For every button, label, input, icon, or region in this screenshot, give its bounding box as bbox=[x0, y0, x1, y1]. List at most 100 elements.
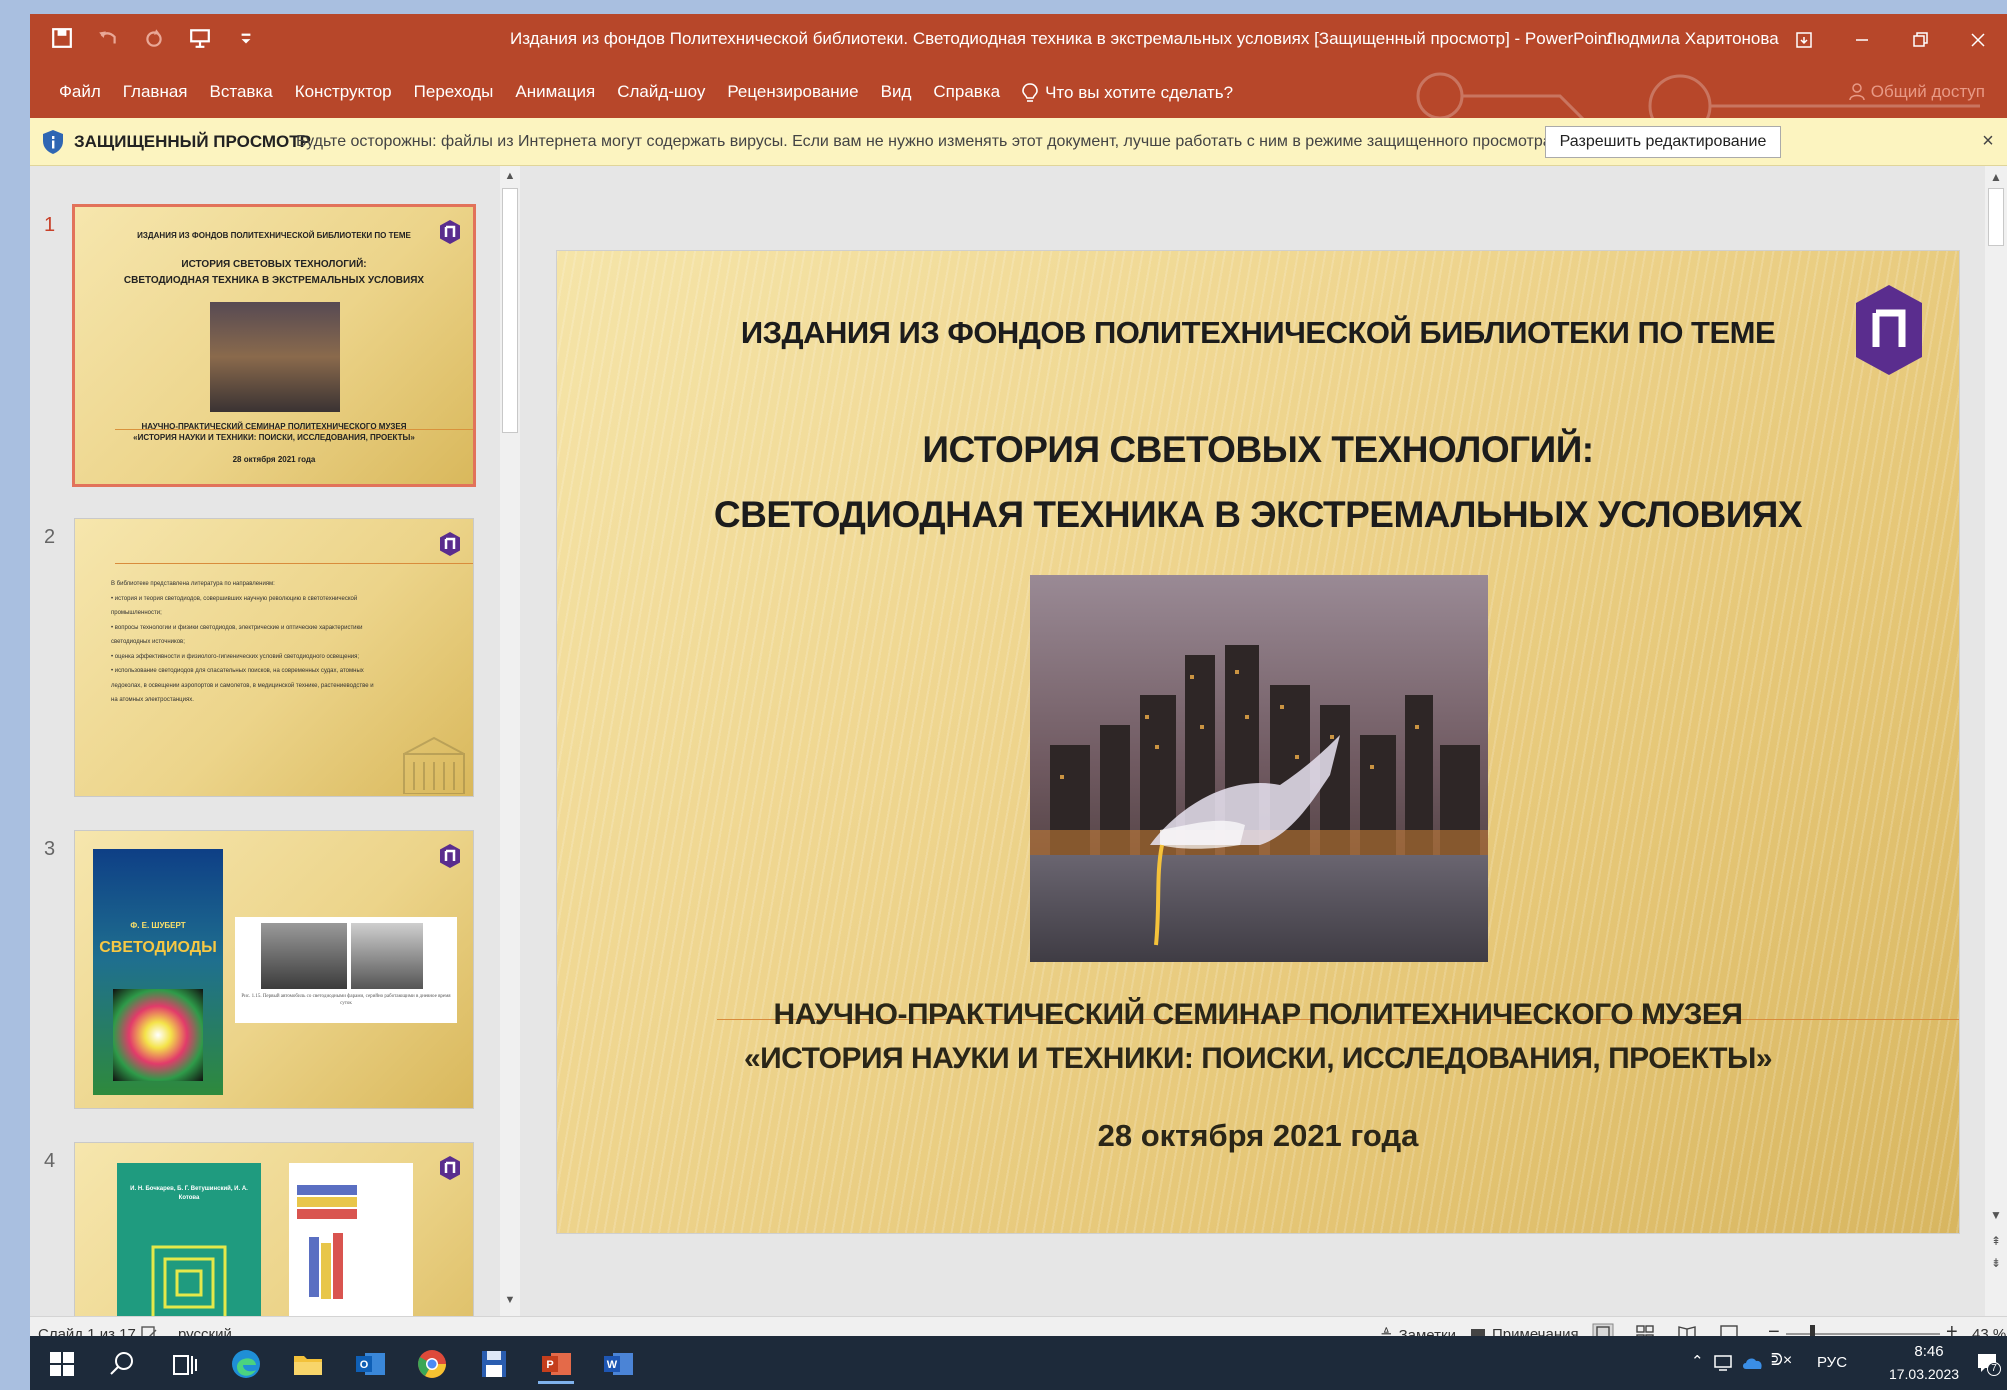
save-app[interactable] bbox=[474, 1344, 514, 1384]
close-icon[interactable]: × bbox=[1977, 130, 1999, 152]
outlook-app[interactable]: O bbox=[350, 1344, 390, 1384]
redo-icon[interactable] bbox=[142, 26, 166, 50]
slide-photo[interactable] bbox=[1030, 575, 1488, 962]
tab-insert[interactable]: Вставка bbox=[199, 82, 284, 104]
notes-button[interactable]: ≜ Заметки bbox=[1380, 1326, 1456, 1337]
volume-muted-icon[interactable]: ᕲ× bbox=[1771, 1352, 1792, 1370]
ribbon-display-options-icon[interactable] bbox=[1775, 14, 1833, 66]
undo-icon[interactable] bbox=[96, 26, 120, 50]
file-explorer-app[interactable] bbox=[288, 1344, 328, 1384]
customize-toolbar-icon[interactable] bbox=[234, 26, 258, 50]
search-button[interactable] bbox=[102, 1344, 142, 1384]
start-button[interactable] bbox=[42, 1344, 82, 1384]
bullet-line: ледоколах, в освещении аэропортов и само… bbox=[111, 682, 374, 689]
thumbnail-slot-4[interactable]: 4 И. Н. Бочкарев, Б. Г. Ветушинский, И. … bbox=[30, 1142, 500, 1316]
thumbnail-slot-1[interactable]: 1 ИЗДАНИЯ ИЗ ФОНДОВ ПОЛИТЕХНИЧЕСКОЙ БИБЛ… bbox=[30, 204, 500, 496]
onedrive-icon[interactable] bbox=[1741, 1355, 1765, 1371]
task-view-button[interactable] bbox=[164, 1344, 204, 1384]
slide-title-line2[interactable]: СВЕТОДИОДНАЯ ТЕХНИКА В ЭКСТРЕМАЛЬНЫХ УСЛ… bbox=[557, 494, 1959, 536]
ribbon-tabs: Файл Главная Вставка Конструктор Переход… bbox=[30, 66, 2007, 168]
share-button[interactable]: Общий доступ bbox=[1849, 82, 1985, 102]
slideshow-icon[interactable] bbox=[1718, 1323, 1740, 1336]
tab-transitions[interactable]: Переходы bbox=[403, 82, 505, 104]
taskview-icon bbox=[173, 1355, 197, 1375]
slide-date[interactable]: 28 октября 2021 года bbox=[557, 1118, 1959, 1154]
normal-view-icon[interactable] bbox=[1592, 1323, 1614, 1336]
zoom-level[interactable]: 43 % bbox=[1972, 1326, 2006, 1336]
scroll-up-icon[interactable]: ▲ bbox=[1988, 170, 2004, 184]
slide-number: 1 bbox=[44, 214, 56, 236]
share-label: Общий доступ bbox=[1870, 82, 1985, 101]
protected-view-bar: ЗАЩИЩЕННЫЙ ПРОСМОТР Будьте осторожны: фа… bbox=[30, 118, 2007, 166]
diagram-bar bbox=[297, 1197, 357, 1207]
slide-thumbnail[interactable]: Ф. Е. ШУБЕРТ СВЕТОДИОДЫ Рис. 1.15. Первы… bbox=[74, 830, 474, 1109]
slide-title-line1[interactable]: ИСТОРИЯ СВЕТОВЫХ ТЕХНОЛОГИЙ: bbox=[557, 429, 1959, 471]
tab-view[interactable]: Вид bbox=[870, 82, 923, 104]
reading-view-icon[interactable] bbox=[1676, 1323, 1698, 1336]
slide-seminar-line1[interactable]: НАУЧНО-ПРАКТИЧЕСКИЙ СЕМИНАР ПОЛИТЕХНИЧЕС… bbox=[557, 998, 1959, 1032]
slide-number: 4 bbox=[44, 1150, 56, 1172]
clock-time[interactable]: 8:46 bbox=[1889, 1343, 1969, 1360]
slide-seminar-line2[interactable]: «ИСТОРИЯ НАУКИ И ТЕХНИКИ: ПОИСКИ, ИССЛЕД… bbox=[557, 1042, 1959, 1076]
active-app-indicator bbox=[538, 1381, 574, 1384]
tell-me-label: Что вы хотите сделать? bbox=[1045, 83, 1234, 102]
notifications-button[interactable]: 7 bbox=[1975, 1350, 2001, 1376]
tray-chevron-icon[interactable]: ⌃ bbox=[1691, 1352, 1704, 1370]
quick-access-toolbar bbox=[50, 26, 258, 50]
previous-slide-icon[interactable]: ⇞ bbox=[1988, 1234, 2004, 1248]
scroll-thumb[interactable] bbox=[502, 188, 518, 433]
user-name[interactable]: Людмила Харитонова bbox=[1606, 29, 1779, 49]
comments-button[interactable]: Примечания bbox=[1470, 1326, 1579, 1336]
scroll-down-icon[interactable]: ▼ bbox=[1988, 1208, 2004, 1222]
tab-design[interactable]: Конструктор bbox=[284, 82, 403, 104]
status-bar: Слайд 1 из 17 русский ≜ Заметки Примечан… bbox=[30, 1316, 2007, 1336]
zoom-slider-handle[interactable] bbox=[1810, 1325, 1815, 1336]
slide-header[interactable]: ИЗДАНИЯ ИЗ ФОНДОВ ПОЛИТЕХНИЧЕСКОЙ БИБЛИО… bbox=[557, 315, 1959, 351]
tab-slideshow[interactable]: Слайд-шоу bbox=[606, 82, 716, 104]
tab-list: Файл Главная Вставка Конструктор Переход… bbox=[48, 82, 1244, 104]
language-indicator[interactable]: русский bbox=[178, 1326, 232, 1336]
close-icon[interactable] bbox=[1949, 14, 2007, 66]
save-icon[interactable] bbox=[50, 26, 74, 50]
thumbnail-slot-3[interactable]: 3 Ф. Е. ШУБЕРТ СВЕТОДИОДЫ Рис. 1.15. Пер… bbox=[30, 830, 500, 1120]
thumbnail-slot-2[interactable]: 2 В библиотеке представлена литература п… bbox=[30, 518, 500, 808]
zoom-in-button[interactable]: + bbox=[1946, 1321, 1958, 1336]
tab-file[interactable]: Файл bbox=[48, 82, 112, 104]
chrome-app[interactable] bbox=[412, 1344, 452, 1384]
edge-app[interactable] bbox=[226, 1344, 266, 1384]
powerpoint-icon: P bbox=[542, 1353, 571, 1375]
slide-thumbnail[interactable]: ИЗДАНИЯ ИЗ ФОНДОВ ПОЛИТЕХНИЧЕСКОЙ БИБЛИО… bbox=[72, 204, 476, 487]
concentric-squares-icon bbox=[151, 1245, 227, 1316]
keyboard-layout[interactable]: РУС bbox=[1817, 1354, 1847, 1371]
restore-icon[interactable] bbox=[1891, 14, 1949, 66]
present-icon[interactable] bbox=[188, 26, 212, 50]
book-title: СВЕТОДИОДЫ bbox=[99, 939, 217, 956]
slide-thumbnail[interactable]: И. Н. Бочкарев, Б. Г. Ветушинский, И. А.… bbox=[74, 1142, 474, 1316]
minimize-icon[interactable] bbox=[1833, 14, 1891, 66]
clock-date[interactable]: 17.03.2023 bbox=[1879, 1366, 1969, 1382]
tab-help[interactable]: Справка bbox=[922, 82, 1011, 104]
book-cover: И. Н. Бочкарев, Б. Г. Ветушинский, И. А.… bbox=[117, 1163, 261, 1316]
scroll-up-icon[interactable]: ▲ bbox=[503, 170, 517, 184]
current-slide[interactable]: ИЗДАНИЯ ИЗ ФОНДОВ ПОЛИТЕХНИЧЕСКОЙ БИБЛИО… bbox=[556, 250, 1960, 1234]
tab-review[interactable]: Рецензирование bbox=[716, 82, 869, 104]
thumbnails-scrollbar[interactable]: ▲ ▼ bbox=[500, 166, 520, 1316]
scroll-thumb[interactable] bbox=[1988, 188, 2004, 246]
bullet-line: светодиодных источников; bbox=[111, 639, 185, 645]
slide-thumbnail[interactable]: В библиотеке представлена литература по … bbox=[74, 518, 474, 797]
protected-view-message: Будьте осторожны: файлы из Интернета мог… bbox=[296, 133, 1557, 150]
word-app[interactable]: W bbox=[598, 1344, 638, 1384]
enable-editing-button[interactable]: Разрешить редактирование bbox=[1545, 126, 1781, 158]
tell-me-search[interactable]: Что вы хотите сделать? bbox=[1011, 82, 1244, 104]
powerpoint-app[interactable]: P bbox=[536, 1344, 576, 1384]
person-icon bbox=[1849, 83, 1865, 101]
scroll-down-icon[interactable]: ▼ bbox=[503, 1294, 517, 1308]
next-slide-icon[interactable]: ⇟ bbox=[1988, 1256, 2004, 1270]
spellcheck-icon[interactable] bbox=[140, 1325, 158, 1336]
slide-sorter-icon[interactable] bbox=[1634, 1323, 1656, 1336]
editor-scrollbar[interactable]: ▲ ▼ ⇞ ⇟ bbox=[1985, 166, 2007, 1316]
tab-home[interactable]: Главная bbox=[112, 82, 199, 104]
zoom-out-button[interactable]: − bbox=[1768, 1321, 1780, 1336]
tab-animations[interactable]: Анимация bbox=[504, 82, 606, 104]
network-icon[interactable] bbox=[1713, 1353, 1733, 1373]
